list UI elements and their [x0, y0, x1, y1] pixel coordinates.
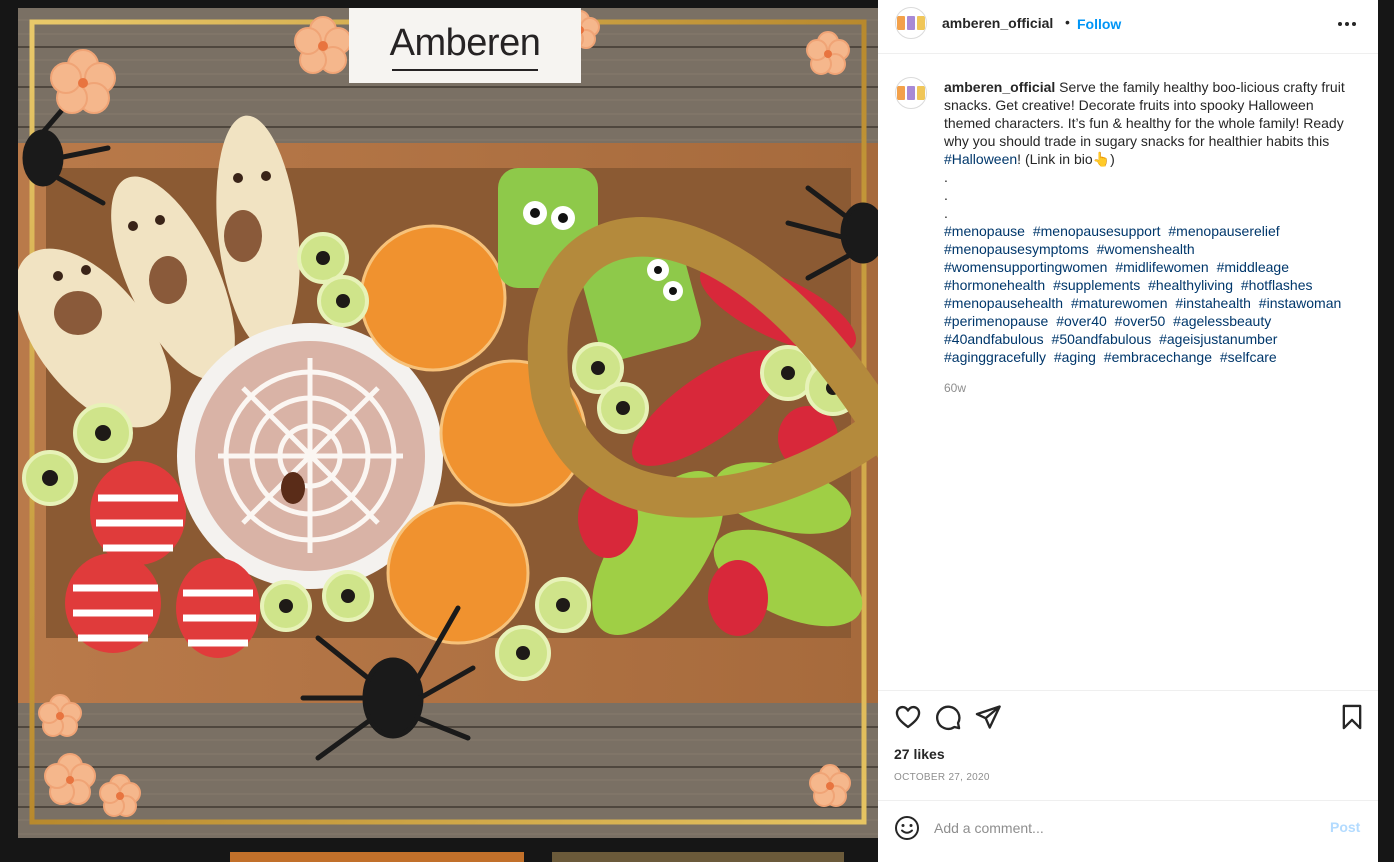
comment-icon[interactable] — [934, 703, 962, 731]
brand-name: Amberen — [390, 22, 541, 71]
hashtag-link[interactable]: #menopausehealth — [944, 295, 1063, 311]
post-header: amberen_official • Follow — [878, 0, 1378, 54]
hashtag-link[interactable]: #supplements — [1053, 277, 1140, 293]
hashtag-link[interactable]: #hormonehealth — [944, 277, 1045, 293]
comment-input[interactable] — [934, 817, 1314, 839]
hashtag-link[interactable]: #agelessbeauty — [1173, 313, 1271, 329]
hashtag-link[interactable]: #hotflashes — [1241, 277, 1313, 293]
hashtag-link[interactable]: #menopause — [944, 223, 1025, 239]
hashtag-link[interactable]: #menopausesymptoms — [944, 241, 1089, 257]
hashtag-link[interactable]: #healthyliving — [1148, 277, 1233, 293]
separator-dot: • — [1065, 14, 1070, 30]
hashtag-list: #menopause #menopausesupport #menopauser… — [944, 222, 1364, 366]
post-comment-button[interactable]: Post — [1330, 819, 1360, 835]
post-date: OCTOBER 27, 2020 — [894, 772, 990, 783]
hashtag-link[interactable]: #Halloween — [944, 151, 1017, 167]
butterfly-logo-icon — [527, 217, 878, 518]
emoji-icon[interactable] — [894, 815, 920, 841]
post-details-panel: amberen_official • Follow amberen_offici… — [878, 0, 1378, 862]
hashtag-link[interactable]: #maturewomen — [1071, 295, 1168, 311]
hashtag-link[interactable]: #middleage — [1217, 259, 1289, 275]
bookmark-icon[interactable] — [1338, 703, 1366, 731]
hashtag-link[interactable]: #instawoman — [1259, 295, 1342, 311]
hashtag-link[interactable]: #over40 — [1056, 313, 1107, 329]
brand-logo: Amberen — [349, 8, 878, 518]
post-image[interactable]: Amberen — [18, 8, 878, 838]
action-bar: 27 likes OCTOBER 27, 2020 — [878, 690, 1378, 800]
heart-icon[interactable] — [894, 703, 922, 731]
hashtag-link[interactable]: #menopauserelief — [1168, 223, 1279, 239]
comment-bar: Post — [878, 800, 1378, 856]
hashtag-link[interactable]: #womenshealth — [1097, 241, 1195, 257]
hashtag-link[interactable]: #perimenopause — [944, 313, 1048, 329]
hashtag-link[interactable]: #womensupportingwomen — [944, 259, 1107, 275]
more-icon[interactable] — [1338, 18, 1362, 30]
share-icon[interactable] — [974, 703, 1002, 731]
hashtag-link[interactable]: #over50 — [1115, 313, 1166, 329]
background-thumbnail — [230, 852, 524, 862]
hashtag-link[interactable]: #instahealth — [1175, 295, 1251, 311]
hashtag-link[interactable]: #midlifewomen — [1115, 259, 1208, 275]
hashtag-link[interactable]: #40andfabulous — [944, 331, 1044, 347]
caption-section: amberen_official Serve the family health… — [878, 54, 1378, 690]
hashtag-link[interactable]: #menopausesupport — [1033, 223, 1161, 239]
follow-button[interactable]: Follow — [1077, 16, 1121, 32]
avatar[interactable] — [895, 77, 927, 109]
background-thumbnail — [552, 852, 844, 862]
likes-count[interactable]: 27 likes — [894, 746, 945, 762]
caption-text: amberen_official Serve the family health… — [944, 78, 1364, 222]
hashtag-link[interactable]: #embracechange — [1104, 349, 1212, 365]
avatar[interactable] — [895, 7, 927, 39]
caption-username[interactable]: amberen_official — [944, 79, 1055, 95]
username-link[interactable]: amberen_official — [942, 15, 1053, 31]
post-age: 60w — [944, 381, 967, 395]
hashtag-link[interactable]: #selfcare — [1220, 349, 1277, 365]
hashtag-link[interactable]: #aging — [1054, 349, 1096, 365]
hashtag-link[interactable]: #aginggracefully — [944, 349, 1046, 365]
hashtag-link[interactable]: #50andfabulous — [1052, 331, 1152, 347]
hashtag-link[interactable]: #ageisjustanumber — [1159, 331, 1277, 347]
